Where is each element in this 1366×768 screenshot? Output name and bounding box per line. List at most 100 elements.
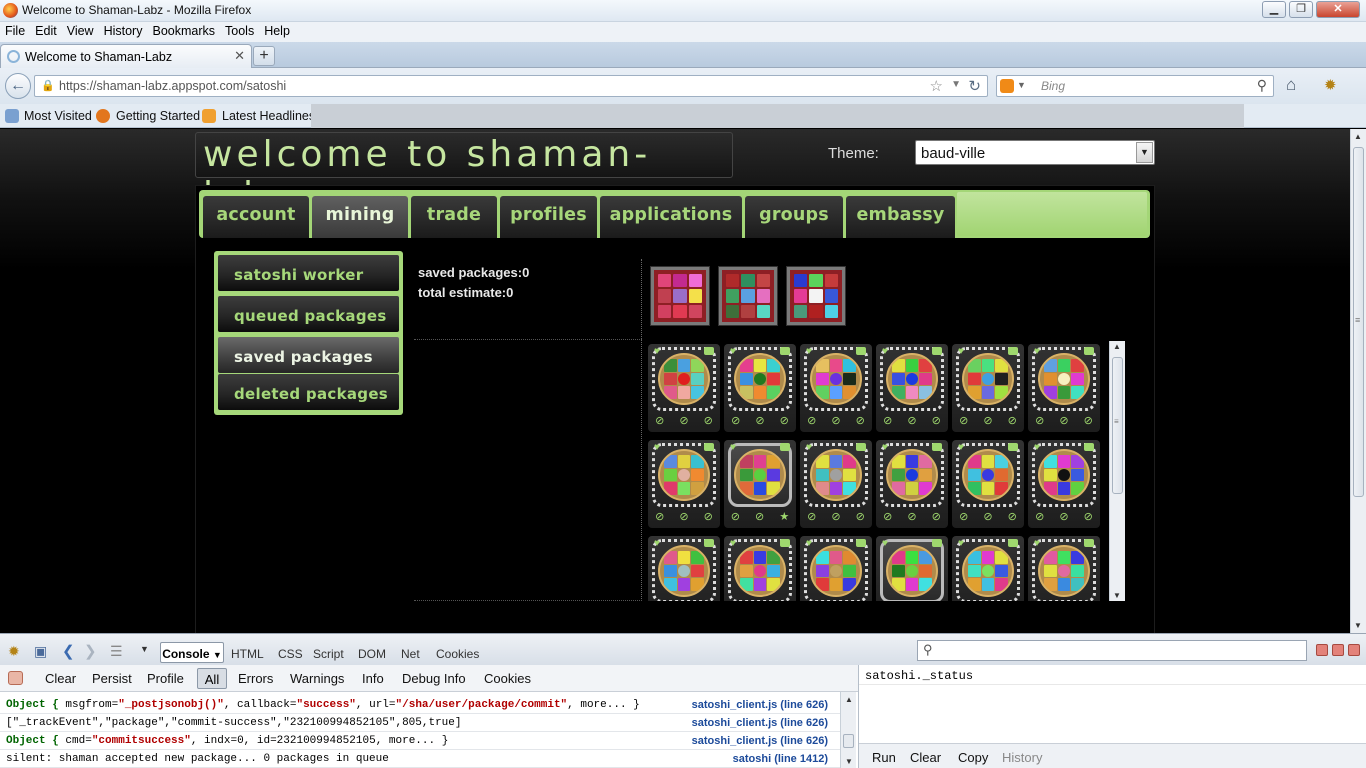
package-preview[interactable] <box>651 267 709 325</box>
heart-icon[interactable]: ♥ <box>882 346 888 357</box>
filter-debug-info[interactable]: Debug Info <box>402 671 466 686</box>
search-icon[interactable]: ⚲ <box>1257 77 1267 94</box>
menu-history[interactable]: History <box>99 22 148 38</box>
tile-status-icons[interactable]: ⊘ ⊘ ⊘ <box>648 510 720 523</box>
package-tile[interactable]: ♥⊘ ⊘ ⊘ <box>876 440 948 528</box>
heart-icon[interactable]: ♥ <box>806 442 812 453</box>
minimize-button[interactable]: ▁ <box>1262 1 1286 18</box>
tile-status-icons[interactable]: ⊘ ⊘ ⊘ <box>876 414 948 427</box>
filter-errors[interactable]: Errors <box>238 671 273 686</box>
log-source-link[interactable]: satoshi (line 1412) <box>733 753 828 765</box>
bookmark-star-icon[interactable]: ☆ <box>930 77 943 95</box>
tab-mining[interactable]: mining <box>312 196 408 238</box>
page-scrollbar[interactable]: ▲ ≡ ▼ <box>1350 129 1366 633</box>
comment-icon[interactable] <box>704 347 714 355</box>
heart-icon[interactable]: ♥ <box>654 346 660 357</box>
heart-icon[interactable]: ♥ <box>958 442 964 453</box>
tile-status-icons[interactable]: ⊘ ⊘ ⊘ <box>800 510 872 523</box>
package-tile[interactable]: ♥ ⊘ ⊘ ⊘ <box>1028 440 1100 528</box>
tile-status-icons[interactable]: ⊘ ⊘ ⊘ <box>952 414 1024 427</box>
package-tile[interactable]: ♥⊘ ⊘ ⊘ <box>1028 344 1100 432</box>
url-dropdown-icon[interactable]: ▼ <box>951 79 961 90</box>
scroll-up-icon[interactable]: ▲ <box>845 695 853 704</box>
tile-status-icons[interactable]: ⊘ ⊘ ⊘ <box>952 510 1024 523</box>
bookmark-getting-started[interactable]: Getting Started <box>116 109 200 123</box>
menu-tools[interactable]: Tools <box>220 22 259 38</box>
menu-file[interactable]: File <box>0 22 30 38</box>
comment-icon[interactable] <box>1008 539 1018 547</box>
heart-icon[interactable]: ♥ <box>1034 442 1040 453</box>
detach-panel-icon[interactable] <box>1332 644 1344 656</box>
tab-close-icon[interactable]: ✕ <box>234 48 245 64</box>
package-tile[interactable]: ♥⊘ ⊘ ⊘ <box>724 536 796 601</box>
close-button[interactable]: ✕ <box>1316 1 1360 18</box>
log-row[interactable]: Object { msgfrom="_postjsonobj()", callb… <box>0 696 840 714</box>
search-bar[interactable]: ▼ Bing ⚲ <box>996 75 1274 97</box>
back-button[interactable]: ← <box>5 73 31 99</box>
tab-applications[interactable]: applications <box>600 196 742 238</box>
package-tile[interactable]: ♥⊘ ⊘ ⊘ <box>876 536 948 601</box>
log-row[interactable]: silent: shaman accepted new package... 0… <box>0 750 840 768</box>
heart-icon[interactable]: ♥ <box>882 442 888 453</box>
tab-trade[interactable]: trade <box>411 196 497 238</box>
inspect-icon[interactable]: ▣ <box>34 643 47 660</box>
comment-icon[interactable] <box>932 347 942 355</box>
comment-icon[interactable] <box>704 539 714 547</box>
log-row[interactable]: Object { cmd="commitsuccess", indx=0, id… <box>0 732 840 750</box>
filter-cookies[interactable]: Cookies <box>484 671 531 686</box>
addon-icon[interactable]: ✹ <box>1324 76 1337 94</box>
log-source-link[interactable]: satoshi_client.js (line 626) <box>692 735 828 747</box>
heart-icon[interactable]: ♥ <box>958 538 964 549</box>
menu-edit[interactable]: Edit <box>30 22 62 38</box>
side-saved-packages[interactable]: saved packages <box>218 337 399 373</box>
package-tile[interactable]: ♥⊘ ⊘ ⊘ <box>800 344 872 432</box>
bookmark-most-visited[interactable]: Most Visited <box>24 109 92 123</box>
log-source-link[interactable]: satoshi_client.js (line 626) <box>692 699 828 711</box>
firebug-search[interactable]: ⚲ <box>917 640 1307 661</box>
heart-icon[interactable]: ♥ <box>882 538 888 549</box>
tab-script[interactable]: Script <box>313 647 344 661</box>
scroll-up-icon[interactable]: ▲ <box>1354 132 1362 141</box>
scroll-down-icon[interactable]: ▼ <box>1113 591 1121 600</box>
run-button[interactable]: Run <box>872 750 896 765</box>
home-icon[interactable]: ⌂ <box>1286 75 1296 95</box>
heart-icon[interactable]: ♥ <box>654 538 660 549</box>
side-satoshi-worker[interactable]: satoshi worker <box>218 255 399 291</box>
package-preview[interactable] <box>787 267 845 325</box>
package-tile[interactable]: ♥⊘ ⊘ ⊘ <box>952 344 1024 432</box>
comment-icon[interactable] <box>780 347 790 355</box>
tab-net[interactable]: Net <box>401 647 420 661</box>
heart-icon[interactable]: ♥ <box>1034 538 1040 549</box>
comment-icon[interactable] <box>1084 539 1094 547</box>
copy-button[interactable]: Copy <box>958 750 988 765</box>
list-icon[interactable]: ☰ <box>110 643 123 660</box>
back-icon[interactable]: ❮ <box>62 642 75 660</box>
scroll-up-icon[interactable]: ▲ <box>1113 342 1121 351</box>
browser-tab[interactable]: Welcome to Shaman-Labz ✕ <box>0 44 252 68</box>
heart-icon[interactable]: ♥ <box>654 442 660 453</box>
url-bar[interactable]: 🔒 https://shaman-labz.appspot.com/satosh… <box>34 75 988 97</box>
maximize-button[interactable]: ❐ <box>1289 1 1313 18</box>
package-tile[interactable]: ♥⊘ ⊘ ⊘ <box>800 536 872 601</box>
heart-icon[interactable]: ♥ <box>806 538 812 549</box>
command-editor[interactable]: satoshi._status Run Clear Copy History <box>858 665 1366 768</box>
new-tab-button[interactable]: + <box>253 46 275 66</box>
tab-profiles[interactable]: profiles <box>500 196 597 238</box>
clear-button[interactable]: Clear <box>45 671 76 686</box>
scroll-thumb[interactable] <box>843 734 854 748</box>
package-tile[interactable]: ♥ ⊘ ⊘ ⊘ <box>876 344 948 432</box>
menu-dropdown-icon[interactable]: ▼ <box>140 644 149 654</box>
persist-button[interactable]: Persist <box>92 671 132 686</box>
chevron-down-icon[interactable]: ▼ <box>1136 142 1153 163</box>
comment-icon[interactable] <box>704 443 714 451</box>
comment-icon[interactable] <box>932 539 942 547</box>
log-source-link[interactable]: satoshi_client.js (line 626) <box>692 717 828 729</box>
tile-status-icons[interactable]: ⊘ ⊘ ⊘ <box>800 414 872 427</box>
tile-status-icons[interactable]: ⊘ ⊘ ⊘ <box>1028 414 1100 427</box>
menu-view[interactable]: View <box>62 22 99 38</box>
comment-icon[interactable] <box>780 539 790 547</box>
tile-status-icons[interactable]: ⊘ ⊘ ⊘ <box>1028 510 1100 523</box>
bookmark-latest-headlines[interactable]: Latest Headlines <box>222 109 315 123</box>
comment-icon[interactable] <box>1008 443 1018 451</box>
tile-status-icons[interactable]: ⊘ ⊘ ⊘ <box>648 414 720 427</box>
